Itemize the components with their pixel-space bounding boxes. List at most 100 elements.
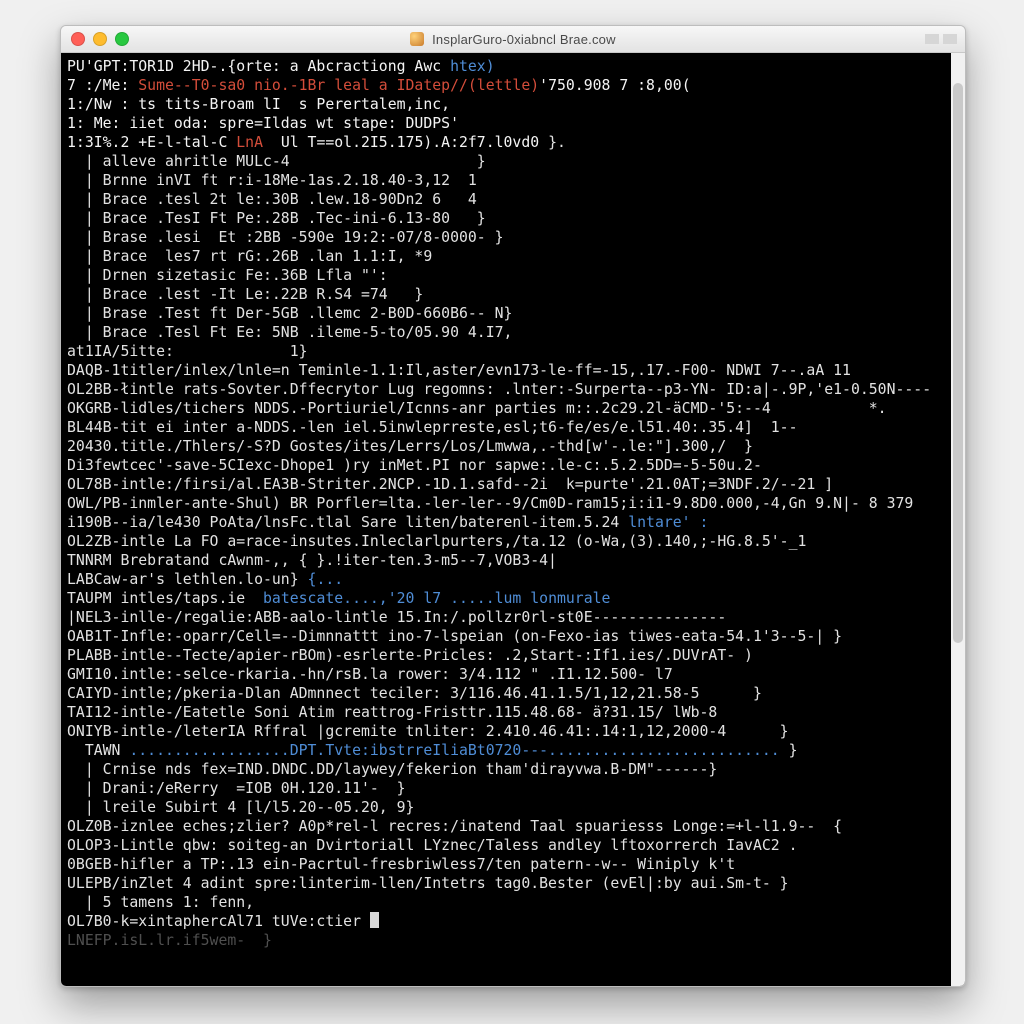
terminal-text: | Brace les7 rt rG:.26B .lan 1.1:I, *9 — [67, 248, 432, 265]
terminal-text: ULEPB/inZlet 4 adint spre:linterim-llen/… — [67, 875, 789, 892]
terminal-text: 0BGEB-hifler a TP:.13 ein-Pacrtul-fresbr… — [67, 856, 735, 873]
terminal-text: Di3fewtcec'-save-5CIexc-Dhope1 )ry inMet… — [67, 457, 762, 474]
terminal-text: OLZ0B-iznlee eches;zlier? A0p*rel-l recr… — [67, 818, 842, 835]
terminal-line: | Brase .lesi Et :2BB -590e 19:2:-07/8-0… — [67, 228, 945, 247]
minimize-icon[interactable] — [93, 32, 107, 46]
terminal-text: |NEL3-inlle-/regalie:ABB-aalo-lintle 15.… — [67, 609, 726, 626]
terminal-text: OLOP3-Lintle qbw: soiteg-an Dvirtoriall … — [67, 837, 806, 854]
terminal-text: LABCaw-ar's lethlen.lo-un} — [67, 571, 299, 588]
terminal-line: PLABB-intle--Tecte/apier-rBOm)-esrlerte-… — [67, 646, 945, 665]
terminal-area: PU'GPT:TOR1D 2HD-.{orte: a Abcractiong A… — [61, 53, 965, 986]
terminal-text: | Brace .tesl 2t le:.30B .lew.18-90Dn2 6… — [67, 191, 477, 208]
terminal-line: | Brnne inVI ft r:i-18Me-1as.2.18.40-3,1… — [67, 171, 945, 190]
terminal-line: | alleve ahritle MULc-4 } — [67, 152, 945, 171]
terminal-text: | Brase .Test ft Der-5GB .llemc 2-B0D-66… — [67, 305, 512, 322]
terminal-text: OWL/PB-inmler-ante-Shul) BR Porfler=lta.… — [67, 495, 913, 512]
terminal-text: htex) — [450, 58, 495, 75]
application-window: InsplarGuro-0xiabncl Brae.cow PU'GPT:TOR… — [60, 25, 966, 987]
terminal-text: }. — [539, 134, 566, 151]
terminal-line: at1IA/5itte: 1} — [67, 342, 945, 361]
terminal-line: OAB1T-Infle:-oparr/Cell=--Dimnnattt ino-… — [67, 627, 945, 646]
terminal-line: TAUPM intles/taps.ie batescate....,'20 l… — [67, 589, 945, 608]
terminal-text: " — [530, 666, 539, 683]
terminal-line: | lreile Subirt 4 [l/l5.20--05.20, 9} — [67, 798, 945, 817]
tab-overview-icon[interactable] — [925, 34, 939, 44]
terminal-text: Ul T==ol.2I5.175).A:2f7.l0vd0 — [263, 134, 539, 151]
terminal-line: OL2ZB-intle La FO a=race-insutes.Inlecla… — [67, 532, 945, 551]
window-title: InsplarGuro-0xiabncl Brae.cow — [61, 32, 965, 47]
terminal-text: {... — [299, 571, 344, 588]
terminal-line: | Brace .lest -It Le:.22B R.S4 =74 } — [67, 285, 945, 304]
terminal-text: | Drani:/eRerry =IOB 0H.120.11'- } — [67, 780, 406, 797]
terminal-text: OAB1T-Infle:-oparr/Cell=--Dimnnattt ino-… — [67, 628, 842, 645]
terminal-line: 1:3I%.2 +E-l-tal-C LnA Ul T==ol.2I5.175)… — [67, 133, 945, 152]
terminal-text: TAUPM intles/taps.ie — [67, 590, 263, 607]
terminal-text: 20430.title./Thlers/-S?D Gostes/ites/Ler… — [67, 438, 753, 455]
terminal-line: | Crnise nds fex=IND.DNDC.DD/laywey/feke… — [67, 760, 945, 779]
close-icon[interactable] — [71, 32, 85, 46]
terminal-output[interactable]: PU'GPT:TOR1D 2HD-.{orte: a Abcractiong A… — [61, 53, 951, 986]
terminal-text: OKGRB-lidles/tichers NDDS.-Portiuriel/Ic… — [67, 400, 887, 417]
terminal-line: TAI12-intle-/Eatetle Soni Atim reattrog-… — [67, 703, 945, 722]
terminal-line: | Drnen sizetasic Fe:.36B Lfla "': — [67, 266, 945, 285]
scrollbar-thumb[interactable] — [953, 83, 963, 643]
app-icon — [410, 32, 424, 46]
terminal-text: | Crnise nds fex=IND.DNDC.DD/laywey/feke… — [67, 761, 717, 778]
terminal-line: BL44B-tit ei inter a-NDDS.-len iel.5inwl… — [67, 418, 945, 437]
titlebar[interactable]: InsplarGuro-0xiabncl Brae.cow — [61, 26, 965, 53]
terminal-text: | Brase .lesi Et :2BB -590e 19:2:-07/8-0… — [67, 229, 504, 246]
terminal-text: '750.908 7 :8,00( — [539, 77, 690, 94]
terminal-line: 1: Me: iiet oda: spre=Ildas wt stape: DU… — [67, 114, 945, 133]
terminal-text: 1:/Nw : ts tits-Broam lI s Perertalem,in… — [67, 96, 450, 113]
window-controls — [71, 32, 129, 46]
terminal-text: GMI10.intle:-selce-rkaria.-hn/rsB.la row… — [67, 666, 530, 683]
terminal-line: 20430.title./Thlers/-S?D Gostes/ites/Ler… — [67, 437, 945, 456]
terminal-line: 7 :/Me: Sume--T0-sa0 nio.-1Br leal a IDa… — [67, 76, 945, 95]
terminal-line: DAQB-1titler/inlex/lnle=n Teminle-1.1:Il… — [67, 361, 945, 380]
terminal-text: LnA — [236, 134, 263, 151]
terminal-text: 1: Me: iiet oda: spre=Ildas wt stape: DU… — [67, 115, 459, 132]
terminal-line: | Brace .TesI Ft Pe:.28B .Tec-ini-6.13-8… — [67, 209, 945, 228]
terminal-line: | Brace .Tesl Ft Ee: 5NB .ileme-5-to/05.… — [67, 323, 945, 342]
terminal-line: PU'GPT:TOR1D 2HD-.{orte: a Abcractiong A… — [67, 57, 945, 76]
terminal-text: OL2BB-łintle rats-Sovter.Dffecrytor Lug … — [67, 381, 931, 398]
terminal-text: | alleve ahritle MULc-4 } — [67, 153, 486, 170]
terminal-line: 1:/Nw : ts tits-Broam lI s Perertalem,in… — [67, 95, 945, 114]
terminal-text: 1:3I%.2 +E-l-tal-C — [67, 134, 236, 151]
terminal-text: OL2ZB-intle La FO a=race-insutes.Inlecla… — [67, 533, 806, 550]
terminal-text: i190B--ia/le430 PoAta/lnsFc.tlal Sare li… — [67, 514, 628, 531]
zoom-icon[interactable] — [115, 32, 129, 46]
terminal-line: OL2BB-łintle rats-Sovter.Dffecrytor Lug … — [67, 380, 945, 399]
terminal-line: Di3fewtcec'-save-5CIexc-Dhope1 )ry inMet… — [67, 456, 945, 475]
terminal-text: | Drnen sizetasic Fe:.36B Lfla "': — [67, 267, 388, 284]
terminal-line: TNNRM Brebratand cAwnm-,, { }.!iter-ten.… — [67, 551, 945, 570]
terminal-text: lntare' : — [628, 514, 708, 531]
vertical-scrollbar[interactable] — [951, 53, 965, 986]
terminal-text: | Brace .lest -It Le:.22B R.S4 =74 } — [67, 286, 423, 303]
terminal-line: GMI10.intle:-selce-rkaria.-hn/rsB.la row… — [67, 665, 945, 684]
terminal-line: OLZ0B-iznlee eches;zlier? A0p*rel-l recr… — [67, 817, 945, 836]
terminal-text: ..................DPT.Tvte:ibstrreIliaBt… — [129, 742, 779, 759]
terminal-text: NDWI 7--.aA 11 — [726, 362, 851, 379]
terminal-text: } — [780, 742, 798, 759]
terminal-text: OL78B-intle:/firsi/al.EA3B-Striter.2NCP.… — [67, 476, 833, 493]
terminal-text: | Brnne inVI ft r:i-18Me-1as.2.18.40-3,1… — [67, 172, 477, 189]
terminal-line: | Brace .tesl 2t le:.30B .lew.18-90Dn2 6… — [67, 190, 945, 209]
terminal-line: CAIYD-intle;/pkeria-Dlan ADmnnect tecile… — [67, 684, 945, 703]
terminal-line: TAWN ..................DPT.Tvte:ibstrreI… — [67, 741, 945, 760]
terminal-text: LNEFP.isL.lr.if5wem- } — [67, 932, 272, 949]
terminal-text: | Brace .Tesl Ft Ee: 5NB .ileme-5-to/05.… — [67, 324, 512, 341]
titlebar-right-controls — [925, 34, 957, 44]
text-cursor — [370, 912, 379, 928]
terminal-text: ONIYB-intle-/leterIA Rffral |gcremite tn… — [67, 723, 789, 740]
terminal-text: | Brace .TesI Ft Pe:.28B .Tec-ini-6.13-8… — [67, 210, 486, 227]
terminal-line: OWL/PB-inmler-ante-Shul) BR Porfler=lta.… — [67, 494, 945, 513]
terminal-text: 7 :/Me: — [67, 77, 129, 94]
terminal-line: | Drani:/eRerry =IOB 0H.120.11'- } — [67, 779, 945, 798]
terminal-text: Sume--T0-sa0 nio.-1Br leal a IDatep//(le… — [129, 77, 539, 94]
terminal-line: OL78B-intle:/firsi/al.EA3B-Striter.2NCP.… — [67, 475, 945, 494]
terminal-line: LNEFP.isL.lr.if5wem- } — [67, 931, 945, 950]
menu-icon[interactable] — [943, 34, 957, 44]
terminal-text: PLABB-intle--Tecte/apier-rBOm)-esrlerte-… — [67, 647, 753, 664]
terminal-line: | Brase .Test ft Der-5GB .llemc 2-B0D-66… — [67, 304, 945, 323]
